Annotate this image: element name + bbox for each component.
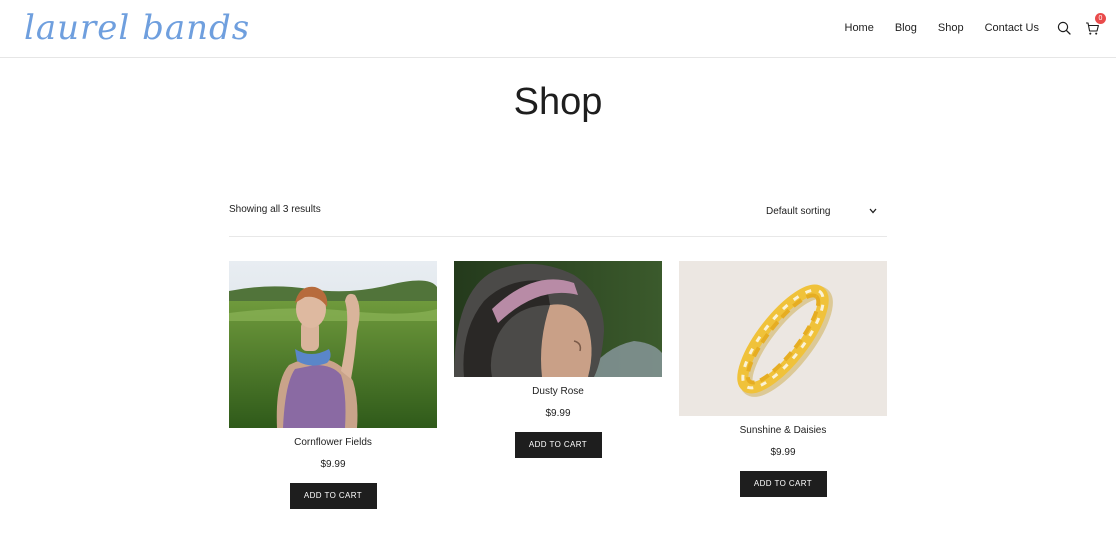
add-to-cart-button[interactable]: ADD TO CART [739,471,827,497]
nav-contact-us[interactable]: Contact Us [985,17,1039,39]
shop-toolbar: Showing all 3 results Default sorting [229,200,887,222]
cart-button[interactable]: 0 [1082,13,1106,39]
product-price: $9.99 [770,447,796,458]
product-card: Sunshine & Daisies $9.99 ADD TO CART [679,261,887,497]
product-name[interactable]: Dusty Rose [454,385,662,398]
result-count: Showing all 3 results [229,204,321,215]
toolbar-divider [229,236,887,237]
site-logo[interactable]: laurel bands [24,8,250,48]
product-name[interactable]: Sunshine & Daisies [679,424,887,437]
nav-shop[interactable]: Shop [938,17,964,39]
page-title: Shop [513,81,603,123]
site-header: laurel bands Home Blog Shop Contact Us 0 [0,0,1116,58]
chevron-down-icon [869,208,877,214]
product-image-cornflower-fields[interactable] [229,261,437,428]
main-nav: Home Blog Shop Contact Us 0 [845,13,1106,39]
search-button[interactable] [1054,17,1074,39]
add-to-cart-button[interactable]: ADD TO CART [514,432,602,458]
cart-count-badge: 0 [1095,13,1106,24]
product-image-sunshine-and-daisies[interactable] [679,261,887,416]
product-name[interactable]: Cornflower Fields [229,436,437,449]
product-price: $9.99 [545,408,571,419]
product-price: $9.99 [320,459,346,470]
add-to-cart-button[interactable]: ADD TO CART [289,483,377,509]
sort-dropdown[interactable]: Default sorting [757,200,887,222]
nav-blog[interactable]: Blog [895,17,917,39]
product-image-dusty-rose[interactable] [454,261,662,377]
search-icon [1057,21,1071,35]
nav-home[interactable]: Home [845,17,874,39]
sort-selected-value: Default sorting [766,205,831,217]
product-card: Cornflower Fields $9.99 ADD TO CART [229,261,437,509]
product-card: Dusty Rose $9.99 ADD TO CART [454,261,662,458]
